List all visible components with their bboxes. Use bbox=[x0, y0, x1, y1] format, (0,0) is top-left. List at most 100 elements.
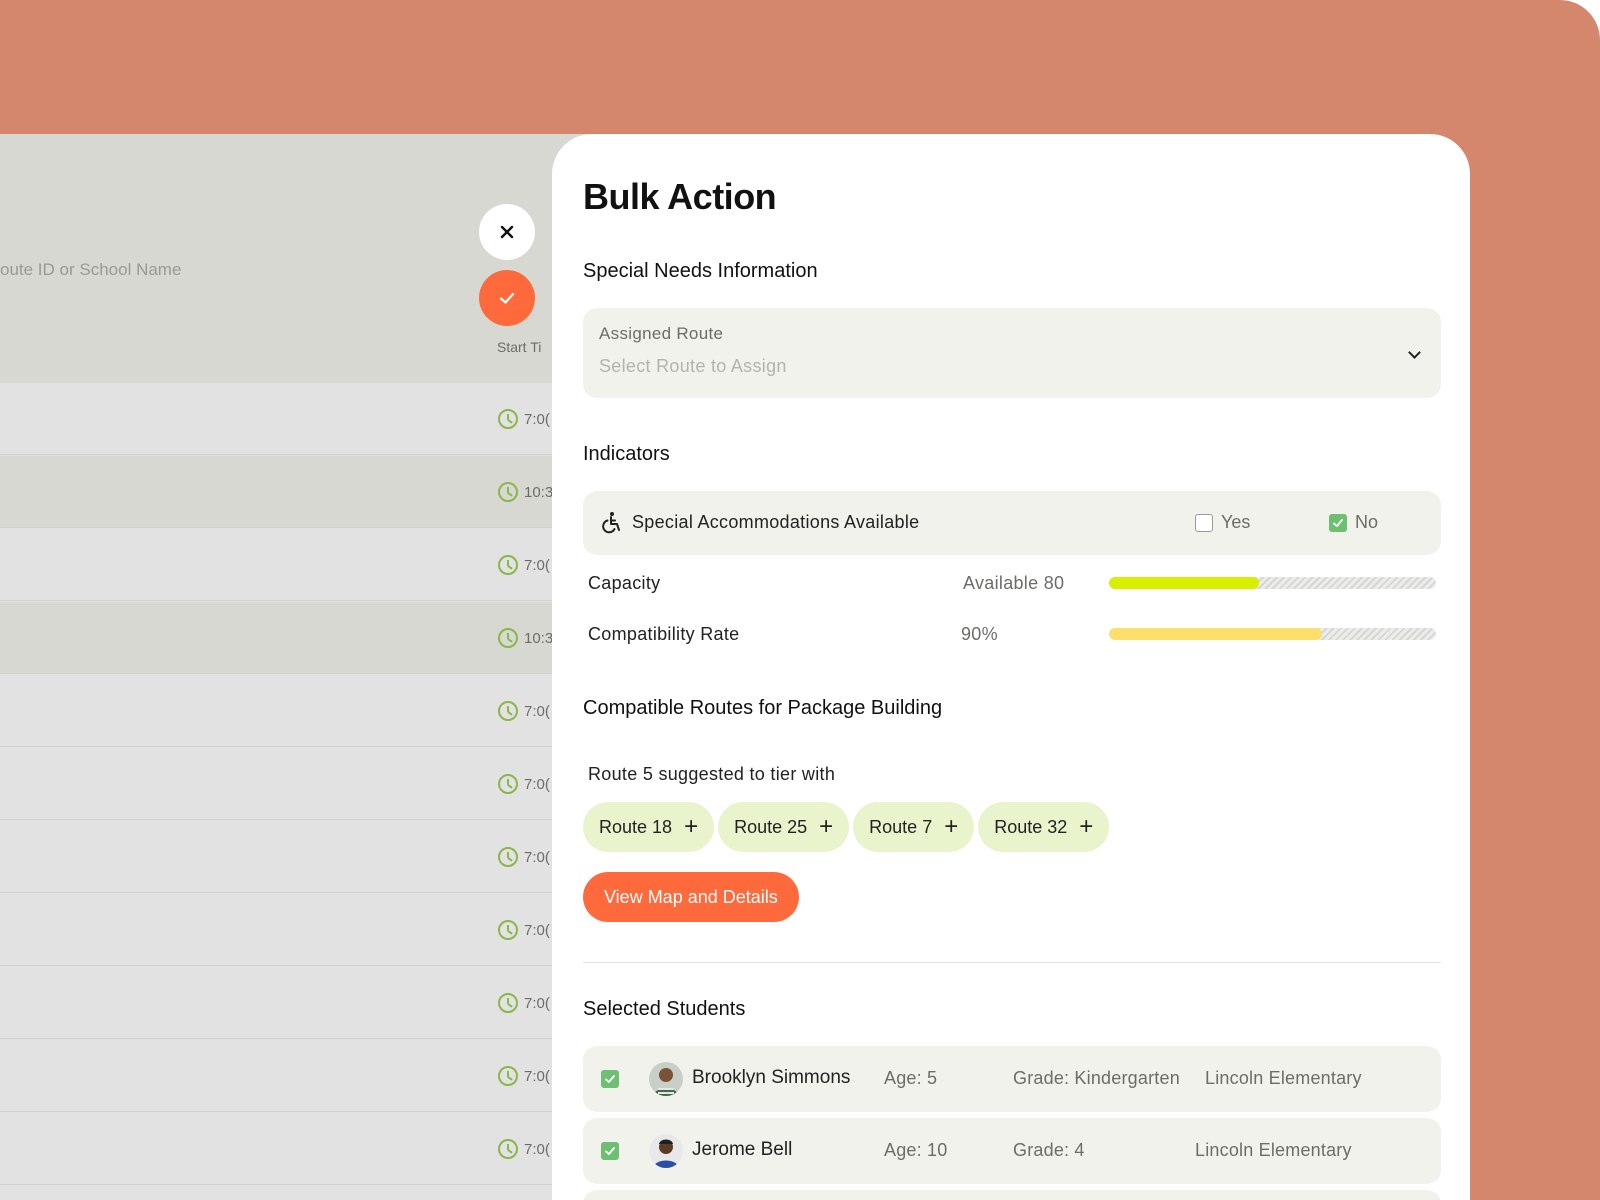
capacity-bar-fill bbox=[1109, 577, 1260, 589]
background-start-time: 7:0( bbox=[498, 920, 550, 940]
route-chip-list: Route 18 + Route 25 + Route 7 + Route 32… bbox=[583, 802, 1110, 852]
student-row[interactable]: Jerome Bell Age: 10 Grade: 4 Lincoln Ele… bbox=[583, 1118, 1441, 1184]
no-option[interactable]: No bbox=[1329, 512, 1378, 533]
background-time-text: 7:0( bbox=[524, 702, 550, 720]
accommodation-row: Special Accommodations Available Yes No bbox=[583, 491, 1441, 555]
view-map-button[interactable]: View Map and Details bbox=[583, 872, 799, 922]
background-time-text: 7:0( bbox=[524, 1140, 550, 1158]
background-table-row: 10:3 bbox=[0, 602, 600, 674]
route-chip[interactable]: Route 32 + bbox=[978, 802, 1110, 852]
selected-students-heading: Selected Students bbox=[583, 998, 746, 1020]
background-table-row: 7:0( bbox=[0, 821, 600, 893]
panel-title: Bulk Action bbox=[583, 176, 777, 217]
close-button[interactable] bbox=[479, 204, 535, 260]
indicators-heading: Indicators bbox=[583, 443, 670, 465]
capacity-bar bbox=[1109, 577, 1436, 589]
background-start-time: 7:0( bbox=[498, 1139, 550, 1159]
background-time-text: 7:0( bbox=[524, 848, 550, 866]
check-icon bbox=[605, 1075, 615, 1083]
plus-icon[interactable]: + bbox=[944, 815, 958, 839]
clock-icon bbox=[498, 774, 518, 794]
background-table-row: 10:3 bbox=[0, 456, 600, 528]
student-row[interactable]: Brooklyn Simmons Age: 5 Grade: Kindergar… bbox=[583, 1046, 1441, 1112]
bulk-action-panel: Bulk Action Special Needs Information As… bbox=[552, 134, 1470, 1200]
compatibility-bar bbox=[1109, 628, 1436, 640]
route-chip[interactable]: Route 7 + bbox=[853, 802, 975, 852]
app-frame: oute ID or School Name Start Ti 7:0( 10:3… bbox=[0, 0, 1600, 1200]
plus-icon[interactable]: + bbox=[684, 815, 698, 839]
background-time-text: 7:0( bbox=[524, 994, 550, 1012]
check-icon bbox=[605, 1147, 615, 1155]
student-school: Lincoln Elementary bbox=[1205, 1068, 1362, 1088]
assigned-route-label: Assigned Route bbox=[599, 324, 724, 343]
student-checkbox[interactable] bbox=[601, 1142, 619, 1160]
background-start-time: 7:0( bbox=[498, 993, 550, 1013]
section-divider bbox=[583, 962, 1441, 963]
background-time-text: 7:0( bbox=[524, 556, 550, 574]
background-start-time: 10:3 bbox=[498, 628, 553, 648]
clock-icon bbox=[498, 409, 518, 429]
clock-icon bbox=[498, 701, 518, 721]
route-chip-label: Route 7 bbox=[869, 816, 933, 837]
plus-icon[interactable]: + bbox=[1079, 815, 1093, 839]
clock-icon bbox=[498, 482, 518, 502]
no-label: No bbox=[1355, 512, 1379, 532]
background-start-time: 7:0( bbox=[498, 1066, 550, 1086]
yes-option[interactable]: Yes bbox=[1195, 512, 1250, 533]
clock-icon bbox=[498, 920, 518, 940]
compatible-routes-heading: Compatible Routes for Package Building bbox=[583, 697, 943, 719]
student-grade: Grade: 4 bbox=[1013, 1140, 1085, 1160]
check-icon bbox=[1333, 518, 1343, 527]
background-start-time: 7:0( bbox=[498, 409, 550, 429]
compatibility-bar-fill bbox=[1109, 628, 1322, 640]
background-time-text: 7:0( bbox=[524, 410, 550, 428]
student-name: Jerome Bell bbox=[692, 1139, 793, 1160]
confirm-button[interactable] bbox=[479, 270, 535, 326]
avatar bbox=[649, 1134, 683, 1168]
background-column-start-time: Start Ti bbox=[497, 339, 542, 355]
yes-label: Yes bbox=[1221, 512, 1251, 532]
student-name: Brooklyn Simmons bbox=[692, 1067, 851, 1088]
check-icon bbox=[499, 292, 515, 304]
student-grade: Grade: Kindergarten bbox=[1013, 1068, 1180, 1088]
clock-icon bbox=[498, 993, 518, 1013]
student-checkbox[interactable] bbox=[601, 1070, 619, 1088]
assigned-route-placeholder: Select Route to Assign bbox=[599, 356, 787, 376]
yes-checkbox[interactable] bbox=[1195, 513, 1213, 532]
capacity-value: Available 80 bbox=[963, 573, 1065, 593]
background-time-text: 7:0( bbox=[524, 775, 550, 793]
student-age: Age: 5 bbox=[884, 1068, 938, 1088]
clock-icon bbox=[498, 1066, 518, 1086]
background-time-text: 7:0( bbox=[524, 1067, 550, 1085]
clock-icon bbox=[498, 555, 518, 575]
background-table-row: 7:0( bbox=[0, 675, 600, 747]
background-table-row: 7:0( bbox=[0, 383, 600, 455]
route-chip[interactable]: Route 25 + bbox=[718, 802, 850, 852]
route-chip-label: Route 32 bbox=[994, 816, 1068, 837]
background-time-text: 7:0( bbox=[524, 921, 550, 939]
avatar bbox=[649, 1062, 683, 1096]
background-table-row: 7:0( bbox=[0, 1040, 600, 1112]
clock-icon bbox=[498, 1139, 518, 1159]
route-chip[interactable]: Route 18 + bbox=[583, 802, 715, 852]
background-table-row: 7:0( bbox=[0, 529, 600, 601]
assigned-route-select[interactable]: Assigned Route Select Route to Assign bbox=[583, 308, 1441, 398]
background-search-placeholder: oute ID or School Name bbox=[0, 260, 182, 279]
background-start-time: 7:0( bbox=[498, 847, 550, 867]
student-row-partial[interactable] bbox=[583, 1190, 1441, 1200]
wheelchair-icon bbox=[602, 512, 620, 534]
background-start-time: 7:0( bbox=[498, 701, 550, 721]
capacity-label: Capacity bbox=[588, 573, 661, 593]
route-chip-label: Route 18 bbox=[599, 816, 673, 837]
background-table-row: 7:0( bbox=[0, 894, 600, 966]
no-checkbox[interactable] bbox=[1329, 513, 1347, 532]
route-chip-label: Route 25 bbox=[734, 816, 808, 837]
background-start-time: 7:0( bbox=[498, 774, 550, 794]
background-start-time: 7:0( bbox=[498, 555, 550, 575]
close-icon bbox=[500, 225, 514, 239]
route-suggestion-text: Route 5 suggested to tier with bbox=[588, 764, 836, 784]
clock-icon bbox=[498, 628, 518, 648]
plus-icon[interactable]: + bbox=[819, 815, 833, 839]
accommodation-label: Special Accommodations Available bbox=[632, 512, 920, 532]
compatibility-label: Compatibility Rate bbox=[588, 624, 740, 644]
